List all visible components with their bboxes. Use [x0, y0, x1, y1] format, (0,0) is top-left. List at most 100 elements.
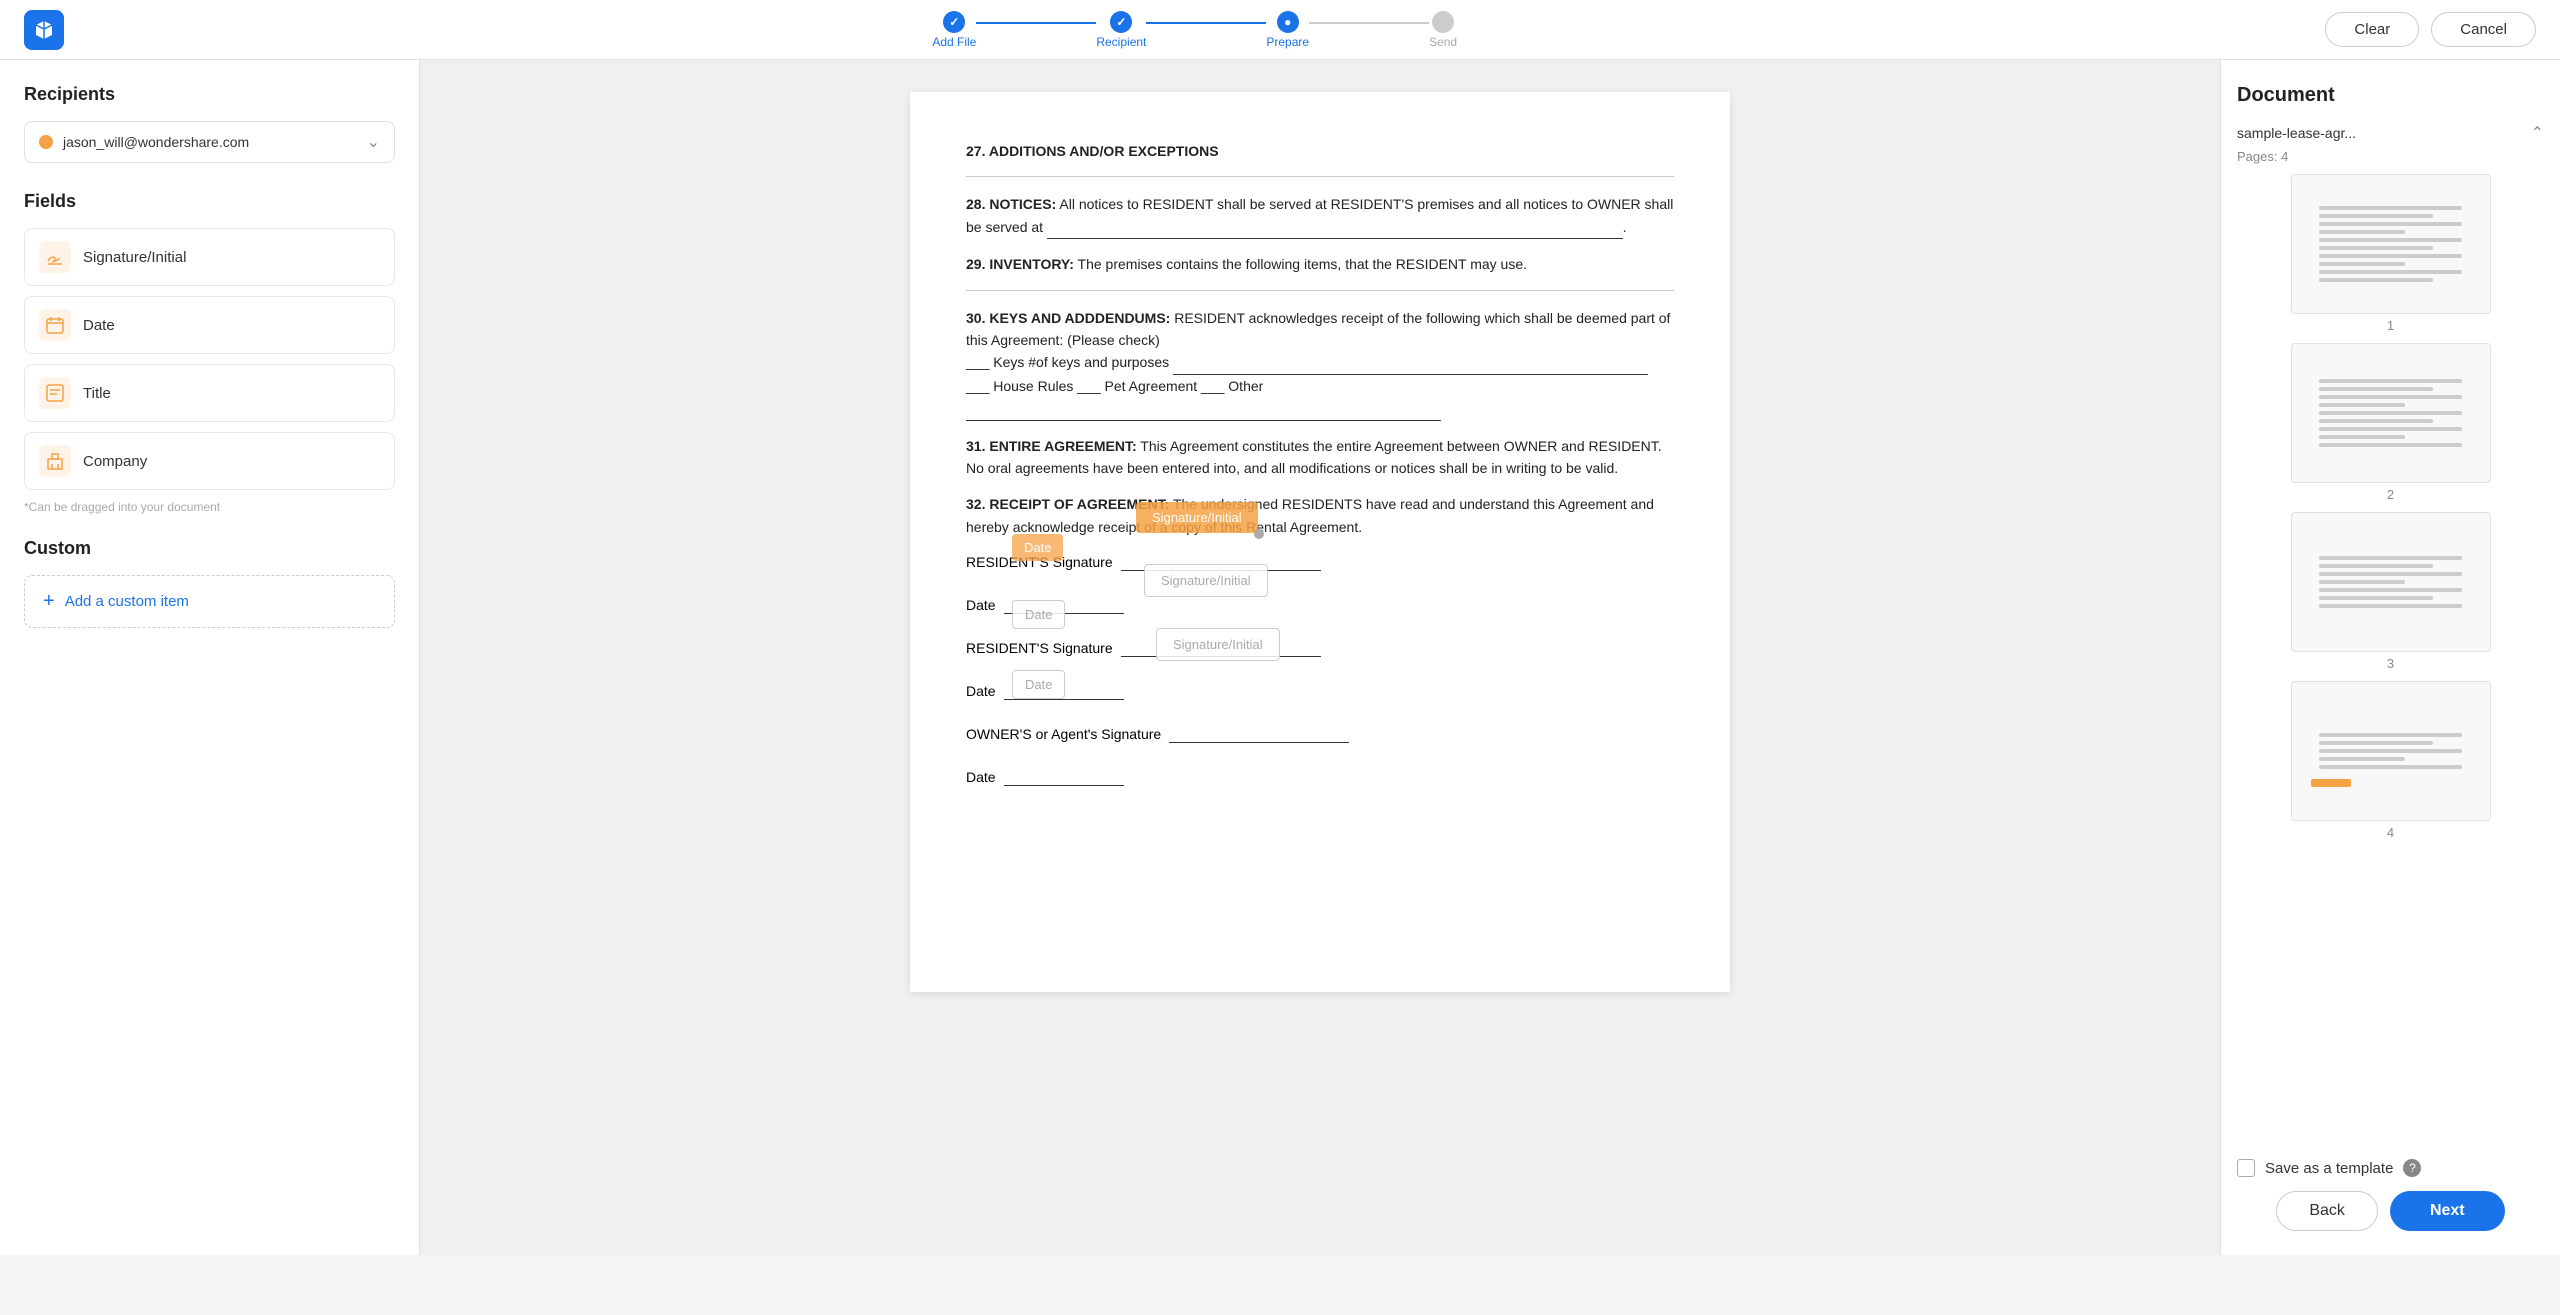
bottom-buttons: Back Next	[2237, 1191, 2544, 1231]
sig-field-3-label: Signature/Initial	[1173, 637, 1263, 652]
field-label-title: Title	[83, 385, 111, 402]
section-29-heading: INVENTORY:	[989, 256, 1074, 272]
dragging-sig-field-1[interactable]: Signature/Initial	[1136, 502, 1258, 533]
company-icon	[39, 445, 71, 477]
thumb-img-1	[2291, 174, 2491, 314]
cancel-button[interactable]: Cancel	[2431, 12, 2536, 47]
step-prepare: ● Prepare	[1266, 11, 1309, 49]
recipients-title: Recipients	[24, 84, 395, 105]
thumb-num-3: 3	[2387, 656, 2394, 671]
wizard-steps: ✓ Add File ✓ Recipient ● Prepare Send	[932, 11, 1457, 49]
date-row-2: Date	[966, 681, 1674, 700]
drag-handle-1	[1254, 529, 1264, 539]
field-date[interactable]: Date	[24, 296, 395, 354]
thumbnail-page-4[interactable]: 4	[2237, 681, 2544, 840]
recipient-color-dot	[39, 135, 53, 149]
field-company[interactable]: Company	[24, 432, 395, 490]
step-circle-recipient: ✓	[1110, 11, 1132, 33]
date-field-1[interactable]: Date	[1012, 534, 1063, 561]
section-27-heading: ADDITIONS AND/OR EXCEPTIONS	[989, 143, 1219, 159]
sig-row-3: OWNER'S or Agent's Signature	[966, 724, 1674, 743]
thumb-highlight-4	[2311, 779, 2351, 787]
section-30-num: 30.	[966, 310, 989, 326]
fields-title: Fields	[24, 191, 395, 212]
drag-hint: *Can be dragged into your document	[24, 500, 395, 514]
thumb-lines-1	[2311, 198, 2469, 290]
plus-icon: +	[43, 590, 55, 613]
right-panel: Document sample-lease-agr... ⌃ Pages: 4	[2220, 60, 2560, 1255]
sig-row-1: RESIDENT'S Signature	[966, 552, 1674, 571]
date-field-2-label: Date	[1025, 607, 1052, 622]
main-content: 27. ADDITIONS AND/OR EXCEPTIONS 28. NOTI…	[420, 60, 2220, 1255]
signature-section: RESIDENT'S Signature Date RESIDENT'S Sig…	[966, 552, 1674, 786]
date-row-3-line	[1004, 767, 1124, 786]
field-title[interactable]: Title	[24, 364, 395, 422]
sig-row-2: RESIDENT'S Signature	[966, 638, 1674, 657]
date-icon	[39, 309, 71, 341]
help-icon[interactable]: ?	[2403, 1159, 2421, 1177]
document-text: 27. ADDITIONS AND/OR EXCEPTIONS 28. NOTI…	[966, 140, 1674, 538]
next-button[interactable]: Next	[2390, 1191, 2505, 1231]
doc-filename: sample-lease-agr...	[2237, 125, 2356, 141]
sig-row-2-label: RESIDENT'S Signature	[966, 640, 1113, 656]
section-28-num: 28.	[966, 196, 989, 212]
recipient-chip[interactable]: jason_will@wondershare.com ⌄	[24, 121, 395, 163]
fields-section: Fields Signature/Initial Date Title	[24, 191, 395, 514]
field-label-signature: Signature/Initial	[83, 249, 186, 266]
step-label-add-file: Add File	[932, 35, 976, 49]
thumbnail-page-3[interactable]: 3	[2237, 512, 2544, 671]
thumbnail-page-2[interactable]: 2	[2237, 343, 2544, 502]
clear-button[interactable]: Clear	[2325, 12, 2419, 47]
date-row-1: Date	[966, 595, 1674, 614]
thumb-lines-4	[2311, 725, 2469, 777]
recipient-email: jason_will@wondershare.com	[63, 134, 357, 150]
section-31-num: 31.	[966, 438, 989, 454]
thumb-img-2	[2291, 343, 2491, 483]
section-29-text: The premises contains the following item…	[1078, 256, 1528, 272]
step-circle-prepare: ●	[1277, 11, 1299, 33]
date-field-2[interactable]: Date	[1012, 600, 1065, 629]
step-line-1	[976, 22, 1096, 24]
document-panel-title: Document	[2237, 84, 2544, 107]
signature-icon	[39, 241, 71, 273]
field-signature-initial[interactable]: Signature/Initial	[24, 228, 395, 286]
title-icon	[39, 377, 71, 409]
back-button[interactable]: Back	[2276, 1191, 2378, 1231]
save-template-checkbox[interactable]	[2237, 1159, 2255, 1177]
section-27-line	[966, 176, 1674, 177]
step-label-recipient: Recipient	[1096, 35, 1146, 49]
thumb-num-4: 4	[2387, 825, 2394, 840]
sig-field-2-label: Signature/Initial	[1161, 573, 1251, 588]
step-circle-send	[1432, 11, 1454, 33]
date-row-3-label: Date	[966, 769, 996, 785]
save-template-row: Save as a template ?	[2237, 1159, 2544, 1177]
section-29-line	[966, 290, 1674, 291]
document-thumbnails: 1 2	[2237, 174, 2544, 1143]
step-line-3	[1309, 22, 1429, 24]
thumb-num-1: 1	[2387, 318, 2394, 333]
field-label-date: Date	[83, 317, 115, 334]
date-row-1-label: Date	[966, 597, 996, 613]
step-add-file: ✓ Add File	[932, 11, 976, 49]
sig-row-3-label: OWNER'S or Agent's Signature	[966, 726, 1161, 742]
section-30-keys: ___ Keys #of keys and purposes	[966, 354, 1648, 370]
rules-blank	[966, 397, 1441, 420]
sig-field-3[interactable]: Signature/Initial	[1156, 628, 1280, 661]
sidebar: Recipients jason_will@wondershare.com ⌄ …	[0, 60, 420, 1255]
custom-title: Custom	[24, 538, 395, 559]
collapse-icon[interactable]: ⌃	[2531, 123, 2544, 143]
sig-row-3-line	[1169, 724, 1349, 743]
thumbnail-page-1[interactable]: 1	[2237, 174, 2544, 333]
thumb-lines-3	[2311, 548, 2469, 616]
date-row-3: Date	[966, 767, 1674, 786]
date-row-2-label: Date	[966, 683, 996, 699]
add-custom-item-button[interactable]: + Add a custom item	[24, 575, 395, 628]
date-field-1-label: Date	[1024, 540, 1051, 555]
section-28-text: All notices to RESIDENT shall be served …	[966, 196, 1673, 234]
date-field-3[interactable]: Date	[1012, 670, 1065, 699]
save-template-label: Save as a template	[2265, 1160, 2393, 1177]
sig-field-2[interactable]: Signature/Initial	[1144, 564, 1268, 597]
section-31-heading: ENTIRE AGREEMENT:	[989, 438, 1136, 454]
thumb-img-3	[2291, 512, 2491, 652]
add-custom-label: Add a custom item	[65, 593, 189, 610]
